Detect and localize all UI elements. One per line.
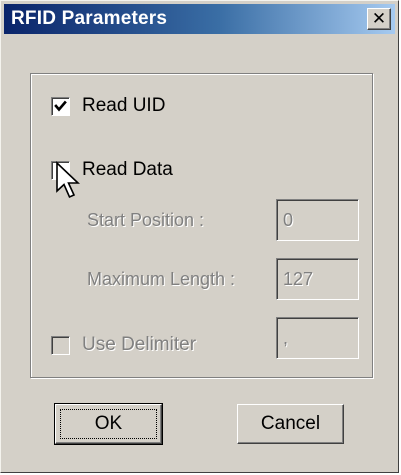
close-x-icon: ✕ [371, 8, 387, 29]
arrow-pointer-icon [56, 161, 80, 199]
maximum-length-label: Maximum Length : [87, 269, 236, 289]
start-position-field[interactable]: 0 [276, 199, 359, 241]
ok-button[interactable]: OK [54, 403, 163, 445]
read-uid-label: Read UID [82, 95, 166, 116]
delimiter-field[interactable]: , [276, 317, 359, 359]
cancel-button-label: Cancel [260, 413, 321, 434]
checkmark-icon [54, 100, 67, 111]
read-data-label: Read Data [82, 159, 173, 180]
cancel-button[interactable]: Cancel [237, 404, 344, 444]
focus-rectangle [60, 409, 157, 439]
maximum-length-field[interactable]: 127 [276, 258, 359, 300]
read-uid-checkbox[interactable] [51, 96, 70, 116]
title-bar[interactable]: RFID Parameters ✕ [4, 4, 395, 34]
rfid-parameters-dialog: RFID Parameters ✕ Read UID Read Data Sta… [0, 0, 399, 473]
window-title: RFID Parameters [11, 8, 168, 29]
read-uid-option[interactable]: Read UID [51, 95, 165, 117]
use-delimiter-label: Use Delimiter [82, 334, 197, 355]
use-delimiter-checkbox[interactable] [51, 335, 70, 355]
start-position-label: Start Position : [87, 210, 205, 230]
use-delimiter-option[interactable]: Use Delimiter [51, 334, 196, 356]
close-button[interactable]: ✕ [367, 8, 391, 30]
